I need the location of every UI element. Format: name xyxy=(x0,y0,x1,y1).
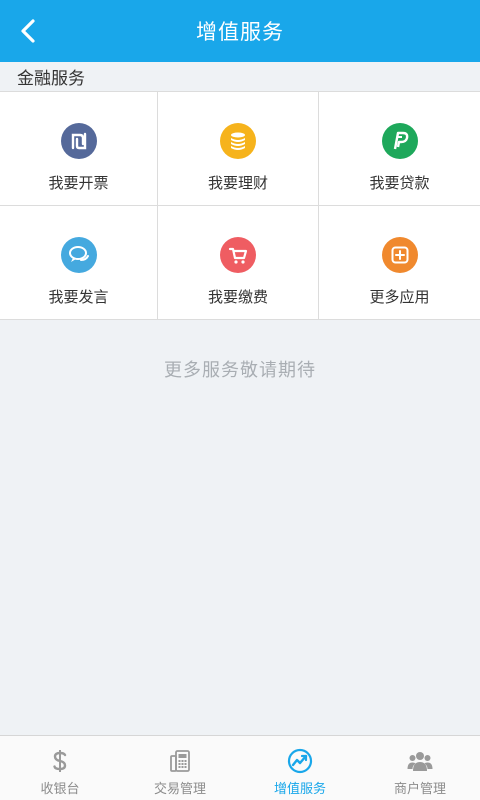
tab-value-added-services[interactable]: 增值服务 xyxy=(240,736,360,800)
more-services-notice: 更多服务敬请期待 xyxy=(164,360,316,381)
service-label: 我要缴费 xyxy=(207,288,268,306)
service-more-apps[interactable]: 更多应用 xyxy=(319,206,480,320)
service-wealth[interactable]: 我要理财 xyxy=(158,92,319,206)
chevron-left-icon xyxy=(21,19,35,43)
tab-cashier[interactable]: 收银台 xyxy=(0,736,120,800)
plus-box-icon xyxy=(381,237,418,273)
invoice-icon xyxy=(60,123,97,159)
service-payment[interactable]: 我要缴费 xyxy=(158,206,319,320)
tab-label: 商户管理 xyxy=(393,782,446,797)
tab-label: 收银台 xyxy=(40,782,80,797)
paypal-icon xyxy=(381,123,418,159)
section-header-financial: 金融服务 xyxy=(0,62,480,92)
pos-terminal-icon xyxy=(167,748,193,774)
service-label: 我要开票 xyxy=(48,174,109,192)
service-label: 我要理财 xyxy=(207,174,268,192)
tab-label: 交易管理 xyxy=(153,782,206,797)
service-grid: 我要开票 我要理财 我要贷款 我要发言 我要缴费 更多应用 xyxy=(0,92,480,320)
coins-icon xyxy=(220,123,256,159)
section-title: 金融服务 xyxy=(17,69,85,89)
chat-icon xyxy=(60,237,97,273)
service-speak[interactable]: 我要发言 xyxy=(0,206,158,320)
header-bar: 增值服务 xyxy=(0,0,480,62)
service-loan[interactable]: 我要贷款 xyxy=(319,92,480,206)
back-button[interactable] xyxy=(8,11,48,51)
bottom-tab-bar: 收银台 交易管理 增值服务 商户管理 xyxy=(0,735,480,800)
service-invoice[interactable]: 我要开票 xyxy=(0,92,158,206)
tab-transactions[interactable]: 交易管理 xyxy=(120,736,240,800)
tab-merchant-management[interactable]: 商户管理 xyxy=(360,736,480,800)
page-title: 增值服务 xyxy=(196,20,284,44)
dollar-icon xyxy=(47,748,73,774)
service-label: 更多应用 xyxy=(369,288,430,306)
value-added-services-page: 增值服务 金融服务 我要开票 我要理财 我要贷款 我要发言 我要缴费 更多应用 … xyxy=(0,0,480,800)
users-icon xyxy=(407,748,433,774)
cart-icon xyxy=(220,237,256,273)
service-label: 我要发言 xyxy=(48,288,109,306)
tab-label: 增值服务 xyxy=(273,782,326,797)
service-label: 我要贷款 xyxy=(369,174,430,192)
trend-chart-icon xyxy=(287,748,313,774)
